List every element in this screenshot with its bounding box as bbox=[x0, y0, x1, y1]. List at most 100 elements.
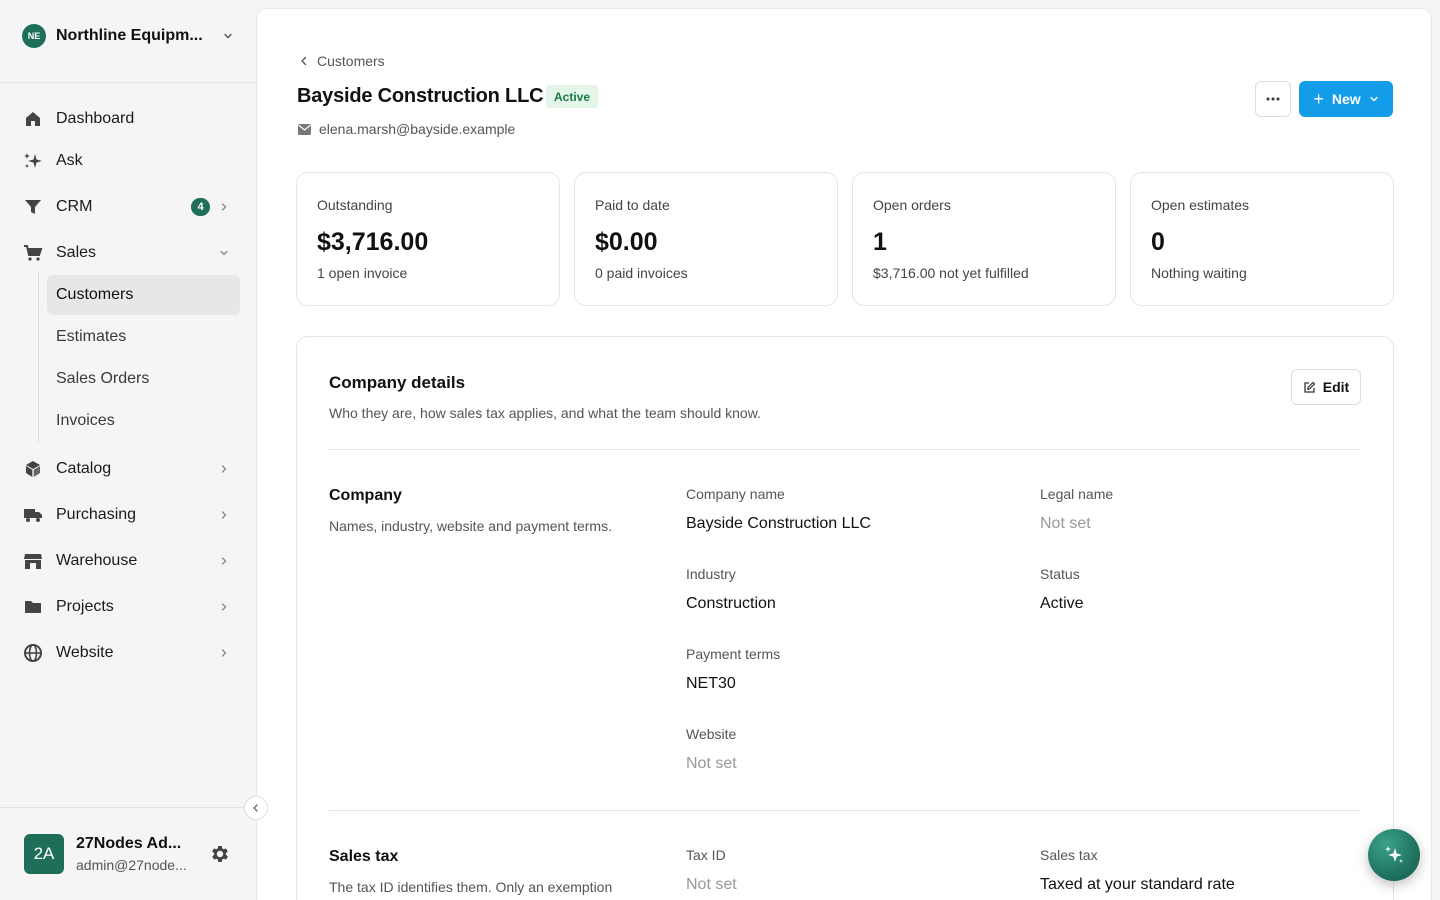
crm-count-badge: 4 bbox=[191, 198, 210, 216]
stat-subtext: Nothing waiting bbox=[1151, 265, 1247, 281]
sidebar-item-warehouse[interactable]: Warehouse bbox=[22, 543, 234, 579]
sidebar-item-label: Projects bbox=[56, 598, 114, 615]
sidebar-item-label: Dashboard bbox=[56, 110, 135, 127]
chevron-right-icon bbox=[221, 465, 227, 473]
edit-button-label: Edit bbox=[1322, 379, 1350, 395]
sidebar-divider bbox=[0, 82, 256, 83]
funnel-icon bbox=[22, 196, 44, 218]
sidebar-subitem-sales-orders[interactable]: Sales Orders bbox=[47, 359, 240, 399]
stat-label: Open orders bbox=[873, 197, 951, 213]
sidebar-item-purchasing[interactable]: Purchasing bbox=[22, 497, 234, 533]
stat-label: Open estimates bbox=[1151, 197, 1250, 213]
sidebar-item-catalog[interactable]: Catalog bbox=[22, 451, 234, 487]
section-description-sales-tax: The tax ID identifies them. Only an exem… bbox=[329, 879, 613, 895]
org-avatar: NE bbox=[22, 24, 46, 48]
chevron-right-icon bbox=[221, 649, 227, 657]
field-label-legal-name: Legal name bbox=[1040, 486, 1114, 502]
sidebar-item-website[interactable]: Website bbox=[22, 635, 234, 671]
stat-card-open-orders[interactable]: Open orders 1 $3,716.00 not yet fulfille… bbox=[852, 172, 1116, 306]
sidebar-item-dashboard[interactable]: Dashboard bbox=[22, 101, 234, 137]
field-value-website: Not set bbox=[686, 755, 737, 772]
edit-button[interactable]: Edit bbox=[1291, 369, 1361, 405]
field-value-industry: Construction bbox=[686, 595, 776, 612]
ellipsis-icon bbox=[1266, 97, 1280, 101]
field-value-company-name: Bayside Construction LLC bbox=[686, 515, 871, 532]
field-value-sales-tax: Taxed at your standard rate bbox=[1040, 876, 1235, 893]
user-avatar[interactable]: 2A bbox=[24, 834, 64, 874]
stat-subtext: $3,716.00 not yet fulfilled bbox=[873, 265, 1029, 281]
card-description: Who they are, how sales tax applies, and… bbox=[329, 405, 761, 421]
cart-icon bbox=[22, 242, 44, 264]
sidebar-item-label: Website bbox=[56, 644, 114, 661]
stat-card-open-estimates[interactable]: Open estimates 0 Nothing waiting bbox=[1130, 172, 1394, 306]
collapse-sidebar-button[interactable] bbox=[244, 796, 268, 820]
customer-email[interactable]: elena.marsh@bayside.example bbox=[298, 121, 515, 137]
sidebar-subitem-estimates[interactable]: Estimates bbox=[47, 317, 240, 357]
org-name: Northline Equipm... bbox=[56, 27, 203, 44]
field-value-status: Active bbox=[1040, 595, 1084, 612]
chevron-left-icon bbox=[253, 804, 258, 812]
field-label-website: Website bbox=[686, 726, 737, 742]
chevron-right-icon bbox=[221, 557, 227, 565]
user-email: admin@27node... bbox=[76, 857, 187, 873]
org-switcher[interactable]: NE Northline Equipm... bbox=[22, 24, 234, 48]
status-badge: Active bbox=[546, 85, 599, 108]
sidebar-item-label: Sales bbox=[56, 244, 97, 261]
plus-icon: + bbox=[1313, 89, 1324, 109]
sidebar-item-sales[interactable]: Sales bbox=[22, 235, 234, 271]
field-label-sales-tax: Sales tax bbox=[1040, 847, 1098, 863]
section-divider bbox=[329, 449, 1361, 450]
page-title: Bayside Construction LLC bbox=[297, 85, 544, 107]
sidebar-item-crm[interactable]: CRM 4 bbox=[22, 189, 234, 225]
field-label-status: Status bbox=[1040, 566, 1080, 582]
chevron-down-icon bbox=[224, 33, 232, 39]
sidebar-item-projects[interactable]: Projects bbox=[22, 589, 234, 625]
stat-card-outstanding[interactable]: Outstanding $3,716.00 1 open invoice bbox=[296, 172, 560, 306]
folder-icon bbox=[22, 596, 44, 618]
sidebar-item-ask[interactable]: Ask bbox=[22, 143, 234, 179]
field-label-industry: Industry bbox=[686, 566, 736, 582]
customer-email-text: elena.marsh@bayside.example bbox=[319, 121, 516, 137]
sidebar-item-label: Ask bbox=[56, 152, 83, 169]
section-title-company: Company bbox=[329, 487, 402, 504]
home-icon bbox=[22, 108, 44, 130]
sidebar-subitem-invoices[interactable]: Invoices bbox=[47, 401, 240, 441]
chevron-down-icon bbox=[220, 250, 228, 256]
sidebar-item-label: Catalog bbox=[56, 460, 112, 477]
chevron-down-icon bbox=[1369, 96, 1378, 102]
field-label-company-name: Company name bbox=[686, 486, 785, 502]
new-button[interactable]: + New bbox=[1299, 81, 1393, 117]
ai-assistant-button[interactable] bbox=[1368, 829, 1420, 881]
cube-icon bbox=[22, 458, 44, 480]
breadcrumb[interactable]: Customers bbox=[299, 53, 385, 69]
field-label-payment-terms: Payment terms bbox=[686, 646, 781, 662]
stat-subtext: 1 open invoice bbox=[317, 265, 408, 281]
stat-card-paid-to-date[interactable]: Paid to date $0.00 0 paid invoices bbox=[574, 172, 838, 306]
field-value-tax-id: Not set bbox=[686, 876, 737, 893]
stat-value: 0 bbox=[1151, 228, 1165, 256]
more-actions-button[interactable] bbox=[1255, 81, 1291, 117]
sidebar-item-label: Purchasing bbox=[56, 506, 137, 523]
sidebar-item-label: Warehouse bbox=[56, 552, 138, 569]
stat-label: Paid to date bbox=[595, 197, 670, 213]
field-value-legal-name: Not set bbox=[1040, 515, 1091, 532]
edit-icon bbox=[1304, 381, 1316, 393]
section-title-sales-tax: Sales tax bbox=[329, 848, 399, 865]
field-label-tax-id: Tax ID bbox=[686, 847, 726, 863]
chevron-right-icon bbox=[221, 511, 227, 519]
sparkles-icon bbox=[22, 150, 44, 172]
company-details-card: Company details Who they are, how sales … bbox=[296, 336, 1394, 900]
sparkles-icon bbox=[1385, 846, 1403, 863]
mail-icon bbox=[298, 123, 311, 135]
user-name: 27Nodes Ad... bbox=[76, 835, 182, 852]
truck-icon bbox=[22, 504, 44, 526]
chevron-right-icon bbox=[221, 203, 227, 211]
globe-icon bbox=[22, 642, 44, 664]
gear-icon[interactable] bbox=[209, 843, 231, 865]
chevron-right-icon bbox=[221, 603, 227, 611]
stat-subtext: 0 paid invoices bbox=[595, 265, 688, 281]
sidebar-subitem-customers[interactable]: Customers bbox=[47, 275, 240, 315]
chevron-left-icon bbox=[301, 56, 307, 66]
stat-value: $0.00 bbox=[595, 228, 658, 256]
main-panel: Customers Bayside Construction LLC Activ… bbox=[256, 8, 1432, 900]
